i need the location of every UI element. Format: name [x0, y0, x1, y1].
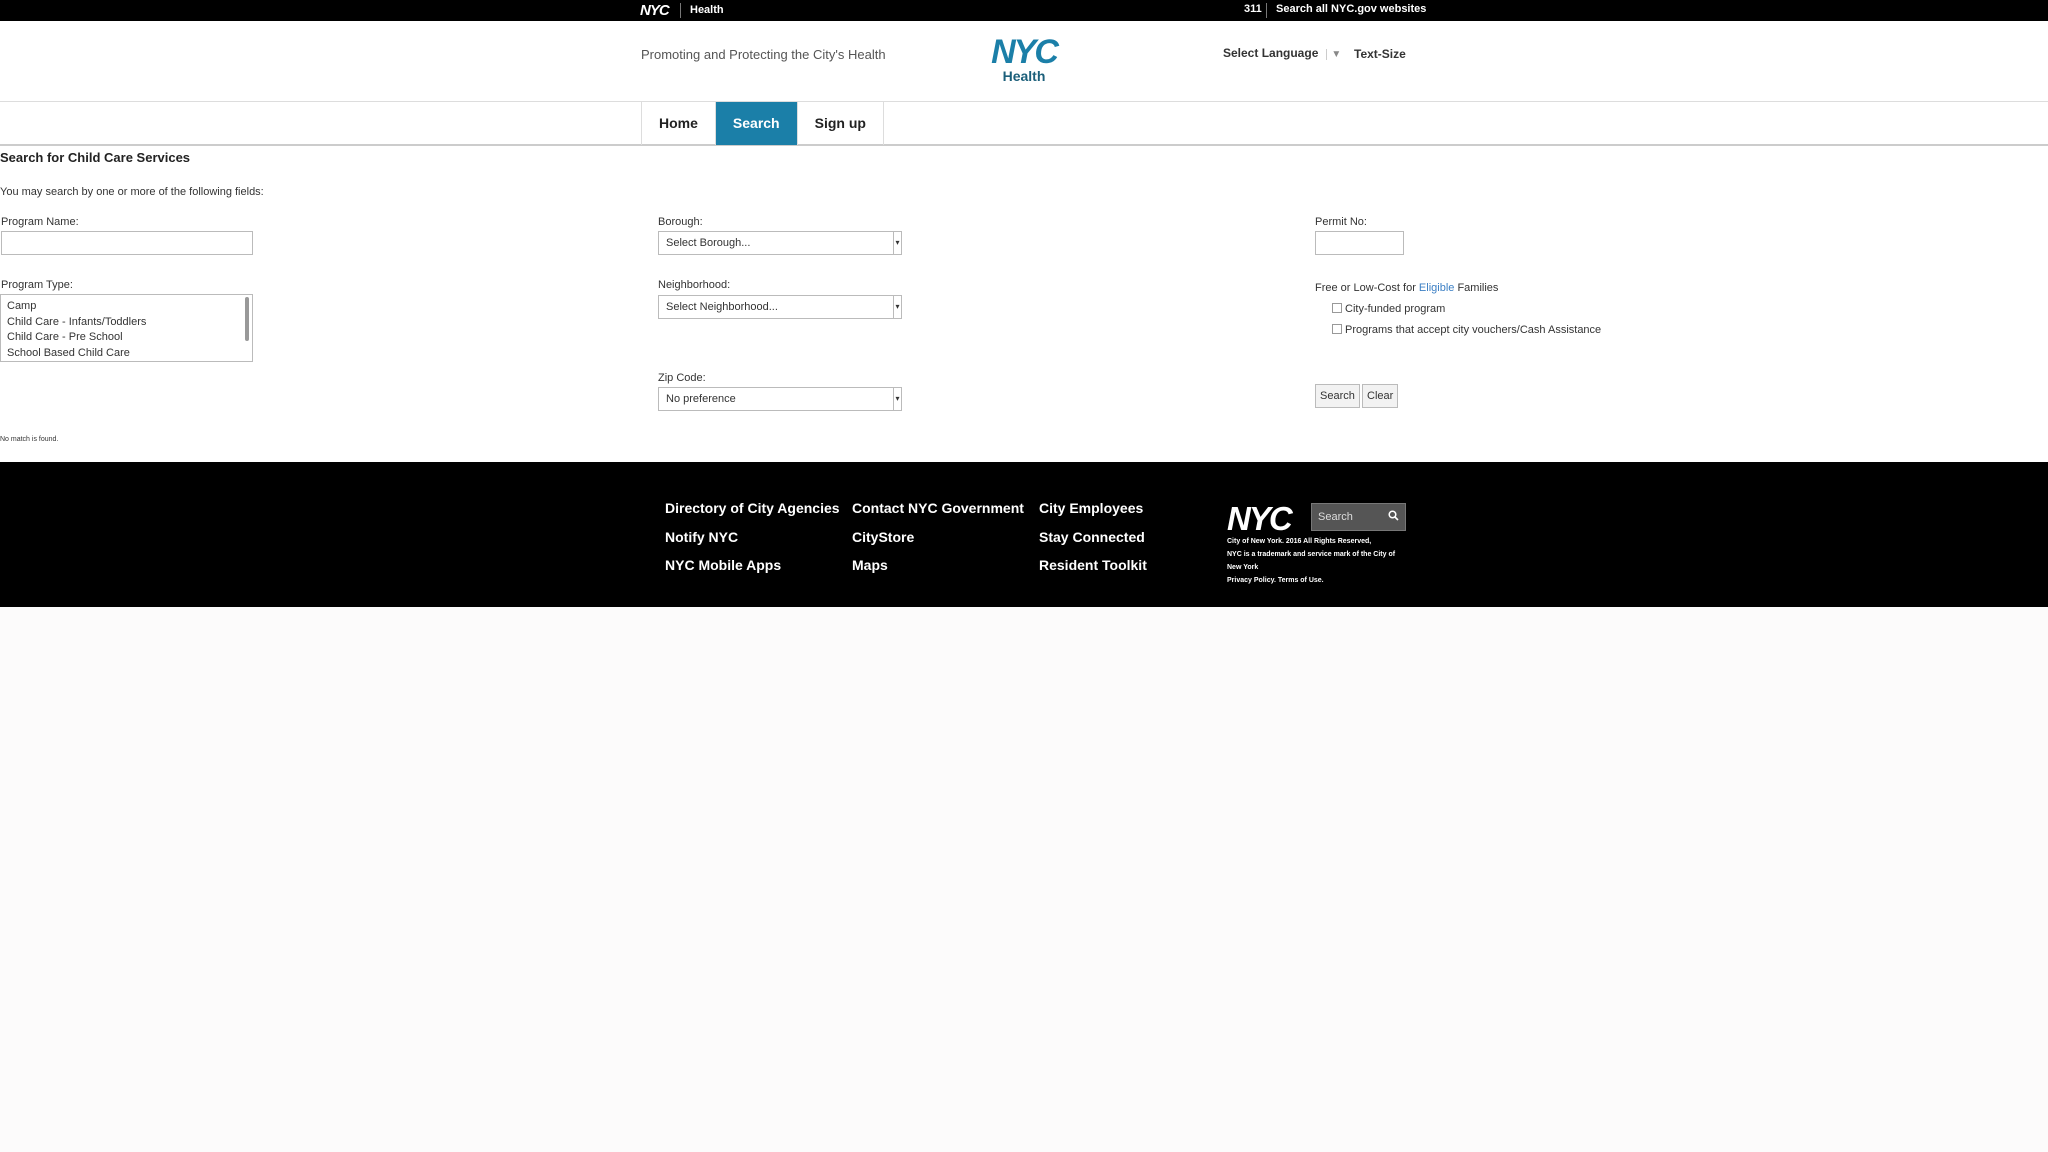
footer-trademark-cont: New York — [1227, 564, 1259, 571]
chevron-down-icon: ▾ — [893, 388, 901, 410]
footer-link-stay-connected[interactable]: Stay Connected — [1039, 529, 1145, 545]
footer-link-notify[interactable]: Notify NYC — [665, 529, 738, 545]
divider — [680, 3, 681, 18]
chevron-down-icon: ▼ — [1326, 49, 1342, 60]
search-all-link[interactable]: Search all NYC.gov websites — [1276, 3, 1426, 15]
eligible-link[interactable]: Eligible — [1419, 282, 1454, 294]
zip-code-select[interactable]: No preference ▾ — [658, 387, 902, 411]
free-suffix: Families — [1454, 282, 1499, 294]
city-funded-label: City-funded program — [1345, 303, 1446, 315]
footer-search-input[interactable]: Search — [1318, 511, 1353, 523]
tab-search[interactable]: Search — [715, 102, 798, 145]
vouchers-checkbox[interactable]: Programs that accept city vouchers/Cash … — [1332, 324, 1601, 336]
page-title: Search for Child Care Services — [0, 150, 191, 165]
borough-label: Borough: — [658, 216, 703, 228]
site-header: Promoting and Protecting the City's Heal… — [0, 21, 2048, 102]
intro-text: You may search by one or more of the fol… — [0, 186, 264, 198]
program-name-label: Program Name: — [1, 216, 79, 228]
checkbox-box[interactable] — [1332, 324, 1342, 334]
footer-link-citystore[interactable]: CityStore — [852, 529, 914, 545]
search-button[interactable]: Search — [1315, 384, 1360, 408]
footer-link-employees[interactable]: City Employees — [1039, 500, 1143, 516]
tab-sign-up[interactable]: Sign up — [798, 102, 884, 145]
health-mini-link[interactable]: Health — [690, 4, 724, 16]
neighborhood-value: Select Neighborhood... — [666, 301, 778, 313]
borough-value: Select Borough... — [666, 237, 751, 249]
logo-nyc-text: NYC — [991, 33, 1059, 71]
footer-nyc-logo[interactable]: NYC — [1227, 500, 1293, 538]
list-item[interactable]: Child Care - Pre School — [7, 330, 246, 346]
no-match-message: No match is found. — [0, 436, 59, 443]
permit-no-label: Permit No: — [1315, 216, 1367, 228]
footer-trademark: NYC is a trademark and service mark of t… — [1227, 551, 1396, 558]
program-name-input[interactable] — [1, 231, 253, 255]
chevron-down-icon: ▾ — [893, 232, 901, 254]
tab-home[interactable]: Home — [642, 102, 716, 145]
footer-link-resident-toolkit[interactable]: Resident Toolkit — [1039, 557, 1147, 573]
nyc-health-logo[interactable]: NYC Health — [984, 35, 1064, 83]
checkbox-box[interactable] — [1332, 303, 1342, 313]
zip-code-value: No preference — [666, 393, 736, 405]
site-footer: Directory of City Agencies Contact NYC G… — [0, 462, 2048, 607]
nyc-mini-logo[interactable]: NYC — [640, 2, 670, 19]
footer-link-contact[interactable]: Contact NYC Government — [852, 500, 1024, 516]
free-low-cost-text: Free or Low-Cost for Eligible Families — [1315, 282, 1498, 294]
city-funded-checkbox[interactable]: City-funded program — [1332, 303, 1445, 315]
divider — [1266, 3, 1267, 18]
main-nav: Home Search Sign up — [0, 102, 2048, 146]
select-language-label: Select Language — [1223, 46, 1319, 60]
program-type-label: Program Type: — [1, 279, 73, 291]
footer-search-box[interactable]: Search — [1311, 503, 1406, 531]
permit-no-input[interactable] — [1315, 231, 1404, 255]
text-size-button[interactable]: Text-Size — [1354, 47, 1406, 61]
neighborhood-select[interactable]: Select Neighborhood... ▾ — [658, 295, 902, 319]
search-icon[interactable] — [1388, 510, 1399, 524]
tagline: Promoting and Protecting the City's Heal… — [641, 47, 886, 62]
program-type-listbox[interactable]: Camp Child Care - Infants/Toddlers Child… — [0, 294, 253, 362]
logo-health-text: Health — [1002, 68, 1046, 84]
footer-link-directory[interactable]: Directory of City Agencies — [665, 500, 840, 516]
search-form: Search for Child Care Services You may s… — [0, 146, 2048, 462]
footer-link-mobile-apps[interactable]: NYC Mobile Apps — [665, 557, 781, 573]
borough-select[interactable]: Select Borough... ▾ — [658, 231, 902, 255]
zip-code-label: Zip Code: — [658, 372, 706, 384]
neighborhood-label: Neighborhood: — [658, 279, 731, 291]
top-bar: NYC Health 311 Search all NYC.gov websit… — [0, 0, 2048, 21]
list-item[interactable]: Camp — [7, 299, 246, 315]
footer-policy-links[interactable]: Privacy Policy. Terms of Use. — [1227, 576, 1324, 585]
vouchers-label: Programs that accept city vouchers/Cash … — [1345, 324, 1602, 336]
free-prefix: Free or Low-Cost for — [1315, 282, 1419, 294]
select-language-dropdown[interactable]: Select Language ▼ — [1223, 46, 1342, 60]
link-311[interactable]: 311 — [1244, 3, 1262, 15]
list-item[interactable]: School Based Child Care — [7, 346, 246, 362]
footer-link-maps[interactable]: Maps — [852, 557, 888, 573]
listbox-scrollbar[interactable] — [245, 297, 249, 341]
footer-copyright: City of New York. 2016 All Rights Reserv… — [1227, 538, 1372, 545]
clear-button[interactable]: Clear — [1362, 384, 1399, 408]
list-item[interactable]: Child Care - Infants/Toddlers — [7, 315, 246, 331]
chevron-down-icon: ▾ — [893, 296, 901, 318]
